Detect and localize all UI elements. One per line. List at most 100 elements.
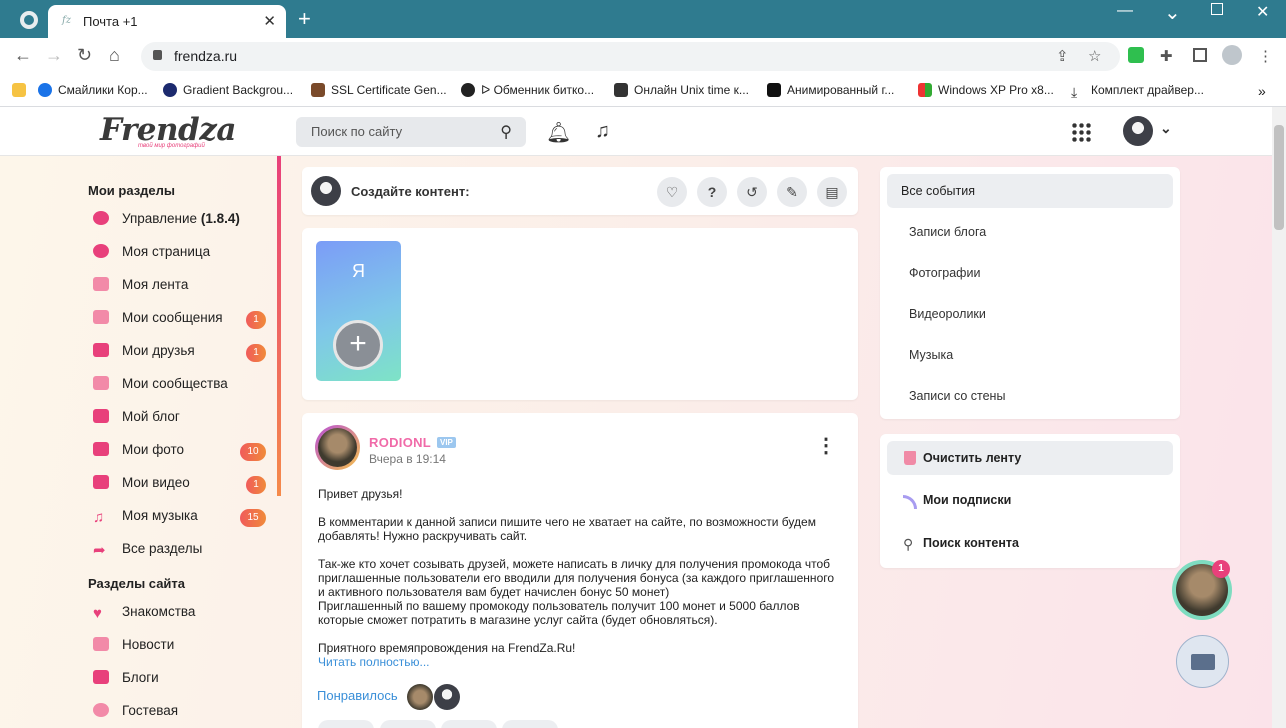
liker-avatar[interactable] [434,684,460,710]
home-icon[interactable]: ⌂ [109,45,120,66]
bookmark-favicon-icon [38,83,52,97]
question-icon[interactable]: ? [697,177,727,207]
address-bar[interactable]: frendza.ru [141,42,1120,71]
sidebar-item-friends[interactable]: Мои друзья [93,343,195,363]
floating-notification-badge: 1 [1212,560,1230,578]
site-search-input[interactable]: Поиск по сайту ⚲ [296,117,526,147]
bookmark-item[interactable]: Gradient Backgrou... [163,83,293,97]
share-arrow-icon: ➦ [93,542,106,559]
minimize-icon[interactable]: — [1117,2,1133,20]
reload-icon[interactable]: ↻ [77,45,92,66]
sidebar-item-messages[interactable]: Мои сообщения [93,310,223,330]
sidebar-item-blogs[interactable]: Блоги [93,670,159,690]
add-story-tile[interactable]: Я + [316,241,401,381]
bookmark-item[interactable]: ᐅ Обменник битко... [461,83,594,97]
bookmark-item[interactable]: SSL Certificate Gen... [311,83,447,97]
back-icon[interactable]: ← [14,45,32,66]
music-icon[interactable]: ♫ [595,120,610,143]
bookmark-item[interactable]: Смайлики Кор... [38,83,148,97]
read-more-link[interactable]: Читать полностью... [318,655,843,669]
sidebar-item-videos[interactable]: Мои видео [93,475,190,495]
window-close-icon[interactable]: ✕ [1256,2,1269,22]
post-author-name[interactable]: RODIONL [369,435,431,450]
post-menu-icon[interactable]: ⋮ [816,433,836,458]
bookmarks-bar: Смайлики Кор... Gradient Backgrou... SSL… [0,75,1286,107]
reaction-button[interactable] [380,720,436,728]
extension-icon[interactable] [1128,47,1144,63]
filter-music[interactable]: Музыка [909,348,953,362]
add-story-button[interactable]: + [333,320,383,370]
bookmark-item[interactable]: Онлайн Unix time к... [614,83,749,97]
gear-icon [93,211,109,225]
bookmark-star-icon[interactable]: ☆ [1088,47,1101,65]
bell-icon[interactable]: 🔔︎ [546,120,571,145]
chevron-down-icon[interactable]: ⌄ [1160,120,1172,137]
music-note-icon: ♫ [93,509,105,526]
maximize-icon[interactable] [1211,3,1223,15]
new-tab-button[interactable]: + [298,6,311,32]
forward-icon[interactable]: → [45,45,63,66]
filter-photos[interactable]: Фотографии [909,266,980,280]
reaction-button[interactable] [502,720,558,728]
user-avatar[interactable] [311,176,341,206]
liked-label[interactable]: Понравилось [317,688,398,703]
search-icon[interactable]: ⚲ [500,122,512,142]
restore-icon[interactable]: ⌄ [1164,0,1181,25]
bookmark-item[interactable]: Анимированный г... [767,83,894,97]
filter-videos[interactable]: Видеоролики [909,307,986,321]
tab-favicon-icon: fz [62,15,71,26]
apps-grid-icon[interactable] [1071,122,1091,142]
sidebar-item-communities[interactable]: Мои сообщества [93,376,228,396]
sidebar-item-all-sections[interactable]: ➦ Все разделы [93,541,202,561]
reaction-button[interactable] [318,720,374,728]
extensions-puzzle-icon[interactable]: ✚ [1160,47,1173,65]
logo-tagline: твой мир фотографий [138,143,205,149]
my-sections-title: Мои разделы [88,183,176,198]
filter-active-label: Все события [901,184,975,198]
book-icon [93,670,109,684]
users-icon [93,376,109,390]
bookmark-item[interactable]: Windows XP Pro x8... [918,83,1054,97]
liker-avatar[interactable] [407,684,433,710]
browser-tab[interactable]: fz Почта +1 ✕ [48,5,286,38]
videos-badge: 1 [246,476,266,494]
vip-badge: VIP [437,437,456,448]
floating-messages-button[interactable] [1176,635,1229,688]
messages-badge: 1 [246,311,266,329]
sidebar-item-dating[interactable]: ♥ Знакомства [93,604,195,624]
search-content-link[interactable]: Поиск контента [923,536,1019,550]
my-subscriptions-link[interactable]: Мои подписки [923,493,1011,507]
heartbeat-icon[interactable]: ♡ [657,177,687,207]
rss-icon [93,637,109,651]
sidebar-item-manage[interactable]: Управление (1.8.4) [93,211,240,231]
book-icon[interactable]: ▤ [817,177,847,207]
sidebar-item-blog[interactable]: Мой блог [93,409,180,429]
sidebar-item-my-feed[interactable]: Моя лента [93,277,188,297]
menu-dots-icon[interactable]: ⋮ [1258,47,1273,65]
bookmark-item[interactable]: ⤓ Комплект драйвер... [1071,83,1204,100]
reaction-button[interactable] [441,720,497,728]
sidebar-item-guestbook[interactable]: Гостевая [93,703,178,723]
sidepanel-icon[interactable] [1193,48,1207,62]
user-avatar[interactable] [1123,116,1153,146]
sidebar-item-music[interactable]: ♫ Моя музыка [93,508,198,528]
bookmark-emoji-icon[interactable] [12,83,32,97]
scrollbar-thumb[interactable] [1274,125,1284,230]
profile-icon[interactable] [1222,45,1242,65]
sidebar-item-my-page[interactable]: Моя страница [93,244,210,264]
bookmarks-overflow-icon[interactable]: » [1258,83,1266,99]
pencil-icon[interactable]: ✎ [777,177,807,207]
filter-all-events[interactable]: Все события [887,174,1173,208]
post-author-avatar-ring[interactable] [315,425,360,470]
chrome-icon [20,11,38,29]
tab-close-icon[interactable]: ✕ [263,12,276,30]
filter-blog-posts[interactable]: Записи блога [909,225,986,239]
sidebar-item-photos[interactable]: Мои фото [93,442,184,462]
clear-feed-button[interactable]: Очистить ленту [887,441,1173,475]
share-icon[interactable]: ⇪ [1056,47,1069,65]
filter-wall-posts[interactable]: Записи со стены [909,389,1005,403]
sidebar-item-news[interactable]: Новости [93,637,174,657]
history-icon[interactable]: ↺ [737,177,767,207]
bookmark-favicon-icon [614,83,628,97]
post-body: Привет друзья! В комментарии к данной за… [318,487,843,669]
